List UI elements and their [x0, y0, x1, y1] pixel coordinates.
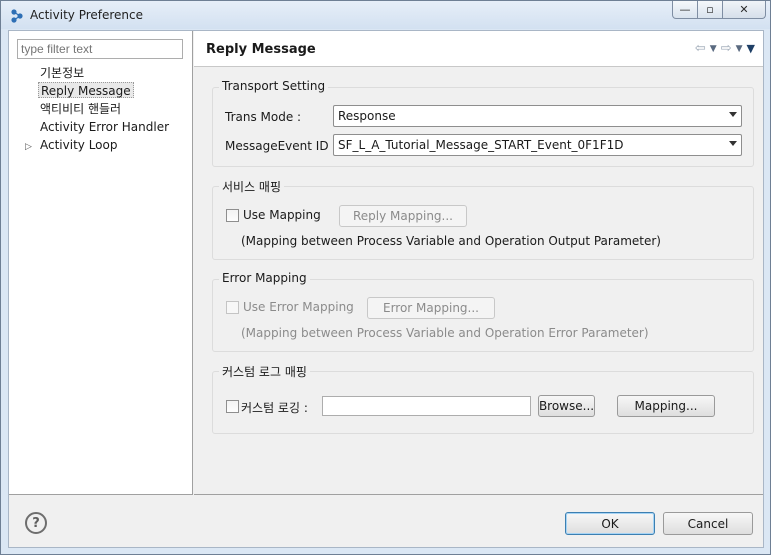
error-mapping-button[interactable]: Error Mapping...	[367, 297, 495, 319]
close-button[interactable]: ✕	[723, 1, 766, 19]
trans-mode-select[interactable]: Response	[333, 105, 742, 127]
transport-setting-group: Transport Setting Trans Mode : Response …	[212, 79, 754, 167]
window-controls: — ▫ ✕	[672, 1, 766, 21]
chevron-down-icon	[729, 141, 737, 146]
close-icon: ✕	[739, 3, 749, 16]
page-nav: ⇦ ▼ ⇨ ▼ ▼	[695, 41, 755, 56]
service-mapping-description: (Mapping between Process Variable and Op…	[241, 234, 661, 248]
trans-mode-value: Response	[338, 109, 396, 123]
service-mapping-group: 서비스 매핑 Use Mapping Reply Mapping... (Map…	[212, 178, 754, 260]
error-mapping-group: Error Mapping Use Error Mapping Error Ma…	[212, 271, 754, 352]
maximize-icon: ▫	[706, 3, 714, 16]
service-mapping-title: 서비스 매핑	[219, 178, 285, 195]
help-icon[interactable]: ?	[25, 512, 47, 534]
title-bar[interactable]: Activity Preference — ▫ ✕	[1, 1, 770, 29]
minimize-button[interactable]: —	[672, 1, 698, 19]
tree-item-activity-handler[interactable]: 액티비티 핸들러	[40, 101, 121, 117]
message-event-select[interactable]: SF_L_A_Tutorial_Message_START_Event_0F1F…	[333, 134, 742, 156]
use-error-mapping-label: Use Error Mapping	[243, 300, 354, 314]
tree-item-activity-error-handler[interactable]: Activity Error Handler	[40, 119, 169, 135]
trans-mode-label: Trans Mode :	[225, 110, 302, 124]
custom-logging-checkbox[interactable]	[226, 400, 239, 413]
window-title: Activity Preference	[30, 8, 144, 22]
custom-logging-label: 커스텀 로깅 :	[241, 401, 308, 415]
use-mapping-label: Use Mapping	[243, 208, 321, 222]
page-header: Reply Message ⇦ ▼ ⇨ ▼ ▼	[194, 31, 763, 67]
browse-button[interactable]: Browse...	[538, 395, 595, 417]
chevron-down-icon	[729, 112, 737, 117]
minimize-icon: —	[679, 3, 691, 16]
app-icon	[11, 9, 23, 23]
cancel-button[interactable]: Cancel	[663, 512, 753, 535]
filter-input[interactable]	[17, 39, 183, 59]
tree-item-reply-message[interactable]: Reply Message	[38, 82, 134, 98]
preference-dialog: Activity Preference — ▫ ✕ 기본정보 Reply Mes…	[0, 0, 771, 555]
forward-arrow-icon[interactable]: ⇨	[721, 41, 732, 56]
forward-dropdown-icon[interactable]: ▼	[736, 44, 743, 54]
tree-item-activity-loop[interactable]: Activity Loop	[40, 137, 117, 153]
custom-log-mapping-title: 커스텀 로그 매핑	[219, 363, 310, 380]
dialog-body: 기본정보 Reply Message 액티비티 핸들러 Activity Err…	[8, 30, 764, 548]
maximize-button[interactable]: ▫	[698, 1, 723, 19]
custom-log-mapping-group: 커스텀 로그 매핑 커스텀 로깅 : Browse... Mapping...	[212, 363, 754, 434]
preference-page: Reply Message ⇦ ▼ ⇨ ▼ ▼ Transport Settin…	[194, 31, 763, 495]
view-menu-icon[interactable]: ▼	[747, 42, 755, 55]
back-arrow-icon[interactable]: ⇦	[695, 41, 706, 56]
back-dropdown-icon[interactable]: ▼	[710, 44, 717, 54]
use-error-mapping-checkbox[interactable]	[226, 301, 239, 314]
preference-tree-pane: 기본정보 Reply Message 액티비티 핸들러 Activity Err…	[9, 31, 193, 495]
error-mapping-title: Error Mapping	[219, 271, 310, 285]
use-mapping-checkbox[interactable]	[226, 209, 239, 222]
page-title: Reply Message	[206, 42, 316, 57]
message-event-label: MessageEvent ID :	[225, 139, 337, 153]
reply-mapping-button[interactable]: Reply Mapping...	[339, 205, 467, 227]
error-mapping-description: (Mapping between Process Variable and Op…	[241, 326, 649, 340]
tree-item-basic-info[interactable]: 기본정보	[40, 65, 84, 81]
expand-arrow-icon[interactable]: ▷	[25, 142, 32, 152]
custom-logging-field[interactable]	[322, 396, 531, 416]
transport-setting-title: Transport Setting	[219, 79, 329, 93]
custom-mapping-button[interactable]: Mapping...	[617, 395, 715, 417]
message-event-value: SF_L_A_Tutorial_Message_START_Event_0F1F…	[338, 138, 624, 152]
ok-button[interactable]: OK	[565, 512, 655, 535]
